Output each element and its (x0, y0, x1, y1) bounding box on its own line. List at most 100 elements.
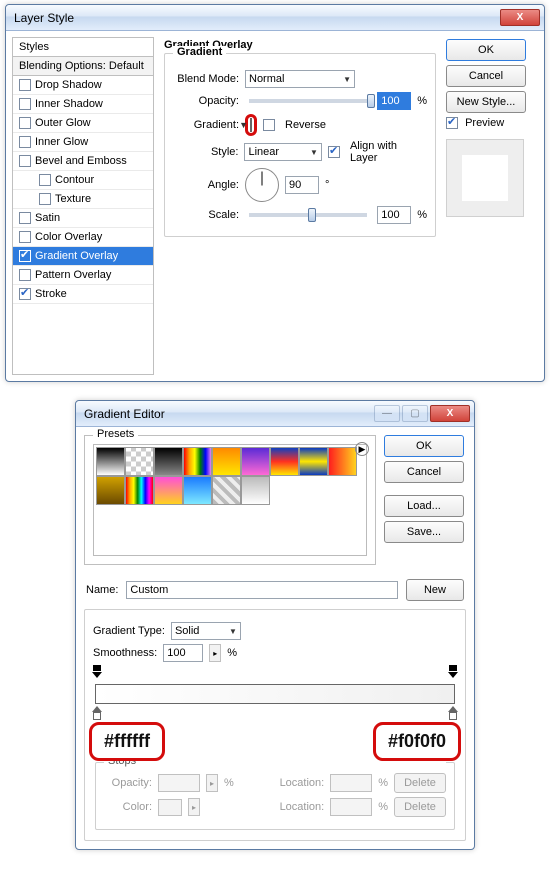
color-stop-left[interactable] (92, 706, 102, 718)
style-item-bevel-and-emboss[interactable]: Bevel and Emboss (13, 152, 153, 171)
style-item-gradient-overlay[interactable]: Gradient Overlay (13, 247, 153, 266)
name-label: Name: (86, 584, 118, 596)
opacity-slider[interactable] (249, 99, 367, 103)
blend-mode-label: Blend Mode: (173, 73, 239, 85)
stop-opacity-stepper: ▸ (206, 774, 218, 792)
style-checkbox[interactable] (19, 288, 31, 300)
style-checkbox[interactable] (19, 212, 31, 224)
preset-swatch[interactable] (241, 447, 270, 476)
style-item-satin[interactable]: Satin (13, 209, 153, 228)
angle-input[interactable]: 90 (285, 176, 319, 194)
style-item-inner-glow[interactable]: Inner Glow (13, 133, 153, 152)
style-item-color-overlay[interactable]: Color Overlay (13, 228, 153, 247)
preview-label: Preview (465, 117, 504, 129)
presets-menu-icon[interactable]: ▶ (355, 442, 369, 456)
preset-swatch[interactable] (212, 447, 241, 476)
style-select[interactable]: Linear (244, 143, 321, 161)
preset-swatch[interactable] (96, 447, 125, 476)
styles-header[interactable]: Styles (13, 38, 153, 57)
gradient-picker[interactable] (250, 118, 252, 132)
style-checkbox[interactable] (19, 231, 31, 243)
opacity-input[interactable]: 100 (377, 92, 411, 110)
gradient-type-select[interactable]: Solid (171, 622, 241, 640)
style-item-outer-glow[interactable]: Outer Glow (13, 114, 153, 133)
scale-input[interactable]: 100 (377, 206, 411, 224)
preset-swatch[interactable] (270, 447, 299, 476)
style-item-pattern-overlay[interactable]: Pattern Overlay (13, 266, 153, 285)
style-checkbox[interactable] (19, 155, 31, 167)
scale-label: Scale: (173, 209, 239, 221)
stop-color-location-input (330, 798, 372, 816)
stop-opacity-label: Opacity: (104, 777, 152, 789)
style-checkbox[interactable] (19, 98, 31, 110)
smoothness-unit: % (227, 647, 237, 659)
stop-color-well (158, 799, 182, 816)
style-item-inner-shadow[interactable]: Inner Shadow (13, 95, 153, 114)
stop-opacity-input (158, 774, 200, 792)
style-checkbox[interactable] (19, 136, 31, 148)
style-item-texture[interactable]: Texture (13, 190, 153, 209)
close-icon[interactable]: X (430, 405, 470, 422)
style-checkbox[interactable] (19, 269, 31, 281)
cancel-button[interactable]: Cancel (446, 65, 526, 87)
preset-swatch[interactable] (125, 447, 154, 476)
stop-location-input (330, 774, 372, 792)
gradient-editor-titlebar[interactable]: Gradient Editor — ▢ X (76, 401, 474, 427)
gradient-strip[interactable]: #ffffff #f0f0f0 (95, 684, 455, 704)
preset-swatch[interactable] (154, 476, 183, 505)
preset-swatch[interactable] (154, 447, 183, 476)
reverse-checkbox[interactable] (263, 119, 275, 131)
gradient-def-group: Gradient Type: Solid Smoothness: 100 ▸ % (84, 609, 466, 841)
gradient-swatch-highlight (245, 114, 257, 136)
ok-button[interactable]: OK (384, 435, 464, 457)
stop-location-label: Location: (280, 777, 325, 789)
maximize-icon: ▢ (402, 405, 428, 422)
style-label: Inner Glow (35, 136, 88, 148)
opacity-stop-right[interactable] (448, 672, 458, 684)
styles-list: Styles Blending Options: Default Drop Sh… (12, 37, 154, 375)
name-input[interactable]: Custom (126, 581, 398, 599)
color-stop-right[interactable] (448, 706, 458, 718)
blend-mode-select[interactable]: Normal (245, 70, 355, 88)
preset-swatch[interactable] (299, 447, 328, 476)
new-button[interactable]: New (406, 579, 464, 601)
style-checkbox[interactable] (19, 117, 31, 129)
style-checkbox[interactable] (39, 174, 51, 186)
scale-slider[interactable] (249, 213, 367, 217)
new-style-button[interactable]: New Style... (446, 91, 526, 113)
style-checkbox[interactable] (19, 250, 31, 262)
close-icon[interactable]: X (500, 9, 540, 26)
gradient-group: Gradient Blend Mode: Normal Opacity: 100 (164, 53, 436, 237)
save-button[interactable]: Save... (384, 521, 464, 543)
style-item-contour[interactable]: Contour (13, 171, 153, 190)
style-checkbox[interactable] (19, 79, 31, 91)
layer-style-titlebar[interactable]: Layer Style X (6, 5, 544, 31)
preview-swatch (446, 139, 524, 217)
angle-dial[interactable] (245, 168, 279, 202)
preset-swatch[interactable] (125, 476, 154, 505)
style-checkbox[interactable] (39, 193, 51, 205)
preview-checkbox[interactable] (446, 117, 458, 129)
angle-label: Angle: (173, 179, 239, 191)
opacity-stop-left[interactable] (92, 672, 102, 684)
preset-swatch[interactable] (241, 476, 270, 505)
style-item-stroke[interactable]: Stroke (13, 285, 153, 304)
load-button[interactable]: Load... (384, 495, 464, 517)
align-with-layer-checkbox[interactable] (328, 146, 340, 158)
style-item-drop-shadow[interactable]: Drop Shadow (13, 76, 153, 95)
gradient-type-label: Gradient Type: (93, 625, 165, 637)
preset-swatch[interactable] (328, 447, 357, 476)
cancel-button[interactable]: Cancel (384, 461, 464, 483)
blending-options-header[interactable]: Blending Options: Default (13, 57, 153, 76)
smoothness-input[interactable]: 100 (163, 644, 203, 662)
smoothness-stepper[interactable]: ▸ (209, 644, 221, 662)
ok-button[interactable]: OK (446, 39, 526, 61)
preset-swatch[interactable] (212, 476, 241, 505)
gradient-label: Gradient: (173, 119, 239, 131)
preset-swatch[interactable] (96, 476, 125, 505)
preset-swatch[interactable] (183, 447, 212, 476)
style-label: Bevel and Emboss (35, 155, 127, 167)
style-label: Texture (55, 193, 91, 205)
stops-panel: Stops Opacity: ▸ % Location: % Delete Co… (95, 762, 455, 830)
preset-swatch[interactable] (183, 476, 212, 505)
